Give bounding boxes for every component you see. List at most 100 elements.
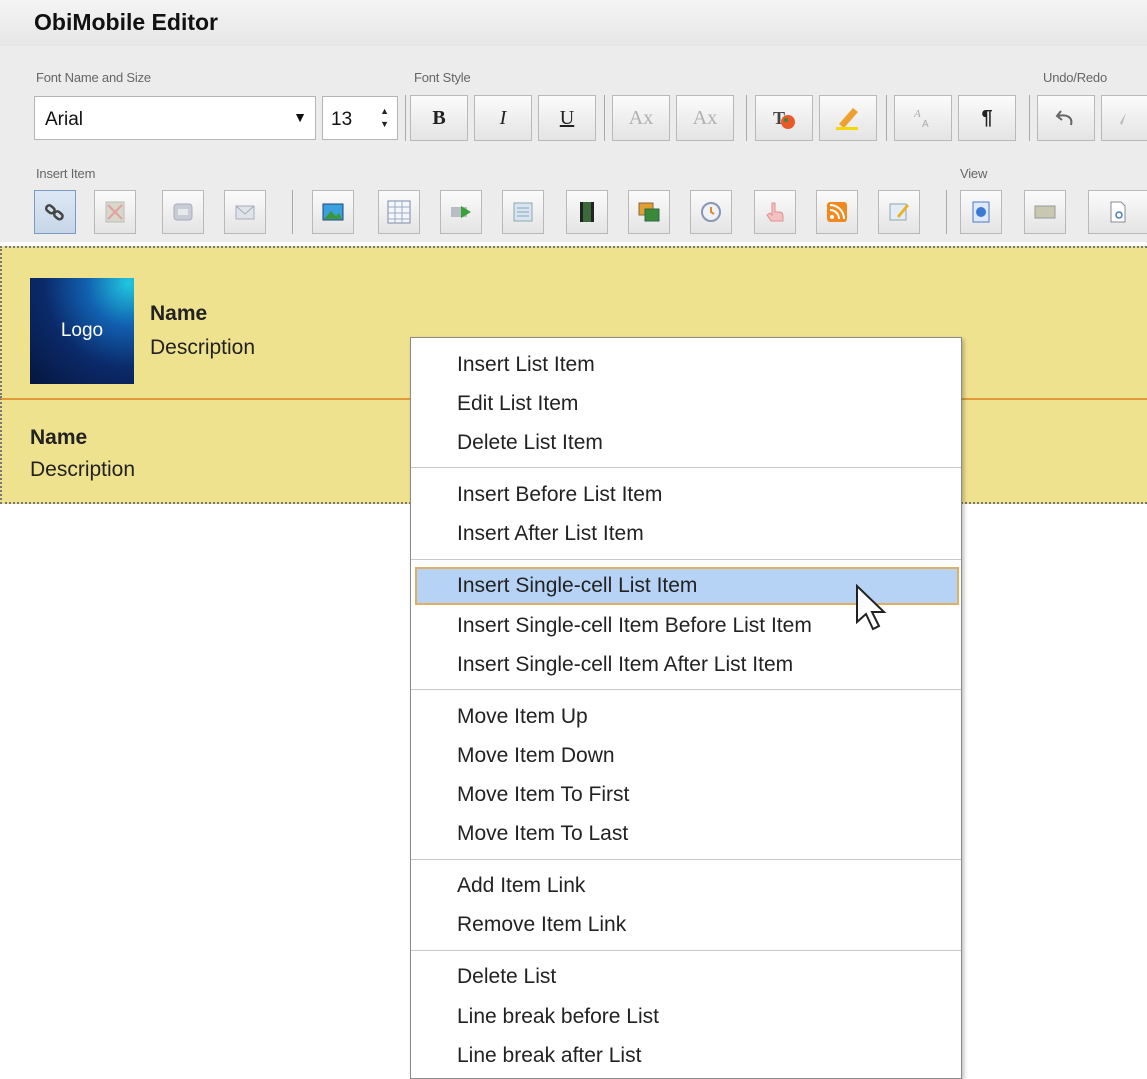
divider <box>604 95 605 141</box>
menu-separator <box>411 467 961 468</box>
insert-slideshow-button[interactable] <box>628 190 670 234</box>
underline-button[interactable]: U <box>538 95 596 141</box>
app-title: ObiMobile Editor <box>34 9 218 35</box>
menu-item-remove-link[interactable]: Remove Item Link <box>415 906 959 944</box>
text-color-button[interactable]: T <box>755 95 813 141</box>
menu-item-move-to-first[interactable]: Move Item To First <box>415 776 959 814</box>
image-icon <box>322 203 344 221</box>
bold-button[interactable]: B <box>410 95 468 141</box>
divider <box>746 95 747 141</box>
insert-table-button[interactable] <box>378 190 420 234</box>
email-link-icon <box>235 205 255 220</box>
menu-item-move-up[interactable]: Move Item Up <box>415 698 959 736</box>
menu-item-insert-before[interactable]: Insert Before List Item <box>415 476 959 514</box>
divider <box>292 190 293 234</box>
film-icon <box>580 202 594 222</box>
menu-item-move-down[interactable]: Move Item Down <box>415 737 959 775</box>
italic-button[interactable]: I <box>474 95 532 141</box>
insert-link-button[interactable] <box>34 190 76 234</box>
menu-item-add-link[interactable]: Add Item Link <box>415 867 959 905</box>
phone-link-icon <box>173 203 193 221</box>
item-description: Description <box>30 458 136 481</box>
insert-video-button[interactable] <box>566 190 608 234</box>
header-name: Name <box>150 302 208 325</box>
stepper-up-icon[interactable]: ▲ <box>380 106 389 116</box>
logo-placeholder: Logo <box>30 278 134 384</box>
insert-button-button[interactable] <box>440 190 482 234</box>
highlight-button[interactable] <box>819 95 877 141</box>
font-group-label: Font Name and Size <box>36 70 151 85</box>
view-source-button[interactable] <box>960 190 1002 234</box>
redo-icon <box>1119 113 1126 125</box>
superscript-label: Ax <box>692 106 718 129</box>
header-description: Description <box>150 336 256 359</box>
menu-item-insert-after[interactable]: Insert After List Item <box>415 515 959 553</box>
mouse-cursor-icon <box>856 584 887 631</box>
font-name-value: Arial <box>45 109 84 130</box>
dropdown-arrow-icon[interactable]: ▼ <box>293 109 307 125</box>
css-icon <box>1034 205 1056 219</box>
insert-phone-link-button[interactable] <box>162 190 204 234</box>
menu-item-insert-list-item[interactable]: Insert List Item <box>415 346 959 384</box>
font-size-change-button[interactable]: AA <box>894 95 952 141</box>
menu-separator <box>411 859 961 860</box>
table-icon <box>387 200 411 224</box>
menu-item-insert-single-cell-after[interactable]: Insert Single-cell Item After List Item <box>415 646 959 684</box>
highlight-pen-icon <box>836 108 858 130</box>
font-scale-icon: AA <box>913 108 929 130</box>
menu-separator <box>411 689 961 690</box>
svg-text:A: A <box>922 119 929 130</box>
edit-form-icon <box>889 203 909 221</box>
menu-item-delete-list[interactable]: Delete List <box>415 958 959 996</box>
redo-button[interactable] <box>1101 95 1147 141</box>
insert-item-label: Insert Item <box>36 166 96 181</box>
font-size-value: 13 <box>331 109 353 130</box>
slideshow-icon <box>638 202 660 222</box>
font-size-stepper[interactable]: 13 ▲ ▼ <box>322 96 398 140</box>
insert-map-link-button[interactable] <box>94 190 136 234</box>
map-link-icon <box>105 201 125 223</box>
divider <box>886 95 887 141</box>
item-name: Name <box>30 426 88 449</box>
view-label: View <box>960 166 988 181</box>
preview-page-icon <box>1110 201 1126 223</box>
title-bar: ObiMobile Editor <box>0 0 1147 46</box>
font-style-label: Font Style <box>414 70 471 85</box>
paragraph-button[interactable]: ¶ <box>958 95 1016 141</box>
menu-item-line-break-after[interactable]: Line break after List <box>415 1037 959 1075</box>
svg-text:A: A <box>913 108 921 120</box>
undo-icon <box>1055 110 1073 126</box>
button-arrow-icon <box>451 206 471 218</box>
divider <box>405 95 406 141</box>
stepper-down-icon[interactable]: ▼ <box>380 119 389 129</box>
superscript-button[interactable]: Ax <box>676 95 734 141</box>
insert-survey-button[interactable] <box>878 190 920 234</box>
subscript-button[interactable]: Ax <box>612 95 670 141</box>
menu-item-delete-list-item[interactable]: Delete List Item <box>415 424 959 462</box>
form-icon <box>513 202 533 222</box>
menu-item-edit-list-item[interactable]: Edit List Item <box>415 385 959 423</box>
menu-item-line-break-before[interactable]: Line break before List <box>415 998 959 1036</box>
rss-icon <box>827 202 847 222</box>
view-preview-button[interactable] <box>1088 190 1147 234</box>
menu-separator <box>411 950 961 951</box>
insert-form-button[interactable] <box>502 190 544 234</box>
insert-rss-button[interactable] <box>816 190 858 234</box>
view-css-button[interactable] <box>1024 190 1066 234</box>
view-source-icon <box>972 201 990 223</box>
font-name-select[interactable]: Arial ▼ <box>34 96 316 140</box>
context-menu: Insert List Item Edit List Item Delete L… <box>410 337 962 1079</box>
menu-separator <box>411 559 961 560</box>
undo-redo-label: Undo/Redo <box>1043 70 1107 85</box>
divider <box>946 190 947 234</box>
insert-image-button[interactable] <box>312 190 354 234</box>
hand-pointer-icon <box>766 202 784 222</box>
undo-button[interactable] <box>1037 95 1095 141</box>
menu-item-move-to-last[interactable]: Move Item To Last <box>415 815 959 853</box>
insert-clock-button[interactable] <box>690 190 732 234</box>
subscript-label: Ax <box>628 106 654 129</box>
link-icon <box>44 204 64 221</box>
insert-touch-button[interactable] <box>754 190 796 234</box>
text-color-icon: T <box>773 108 795 129</box>
insert-email-link-button[interactable] <box>224 190 266 234</box>
